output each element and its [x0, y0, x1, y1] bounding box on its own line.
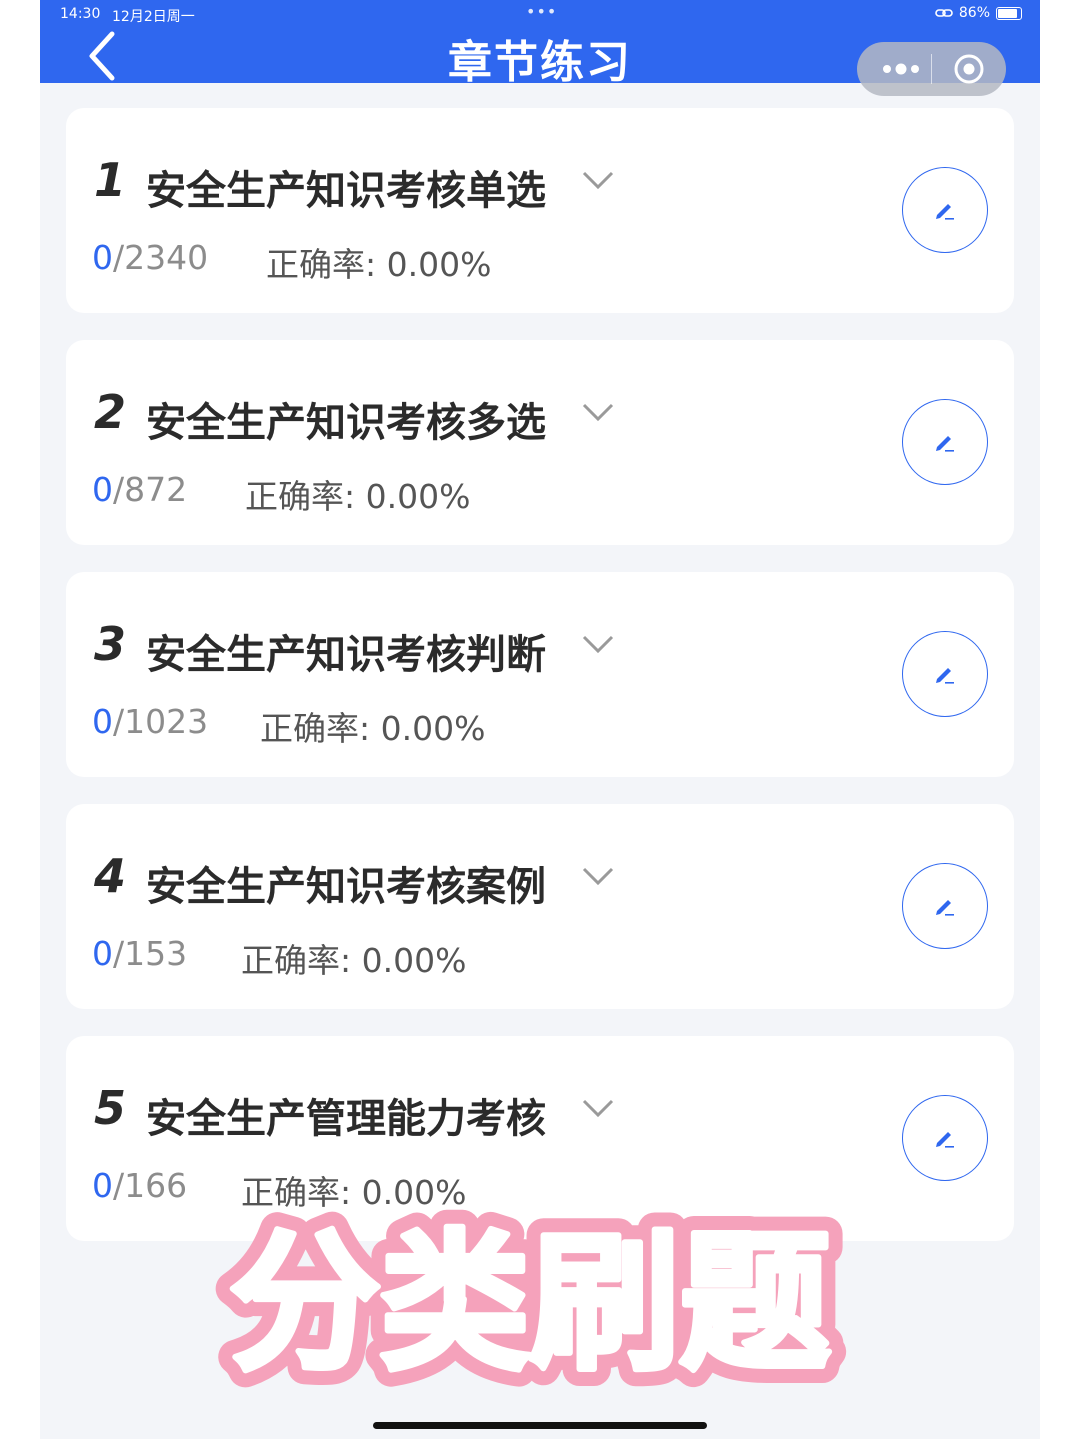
done-count: 0 — [92, 470, 113, 509]
close-miniprogram-button[interactable] — [953, 53, 985, 85]
chapter-progress: 0/2340 — [92, 238, 208, 277]
capsule-divider — [931, 54, 932, 84]
practice-button[interactable] — [902, 863, 988, 949]
multitask-dots-icon: ••• — [526, 2, 558, 21]
chapter-title: 安全生产知识考核单选 — [146, 168, 546, 214]
chapter-card[interactable]: 2 安全生产知识考核多选 0/872 正确率: 0.00% — [66, 340, 1014, 545]
chapter-title: 安全生产知识考核判断 — [146, 632, 546, 678]
overlay-text-fill: 分类刷题 — [230, 1217, 830, 1391]
chapter-title: 安全生产管理能力考核 — [146, 1096, 546, 1142]
miniprogram-capsule — [857, 42, 1006, 96]
practice-button[interactable] — [902, 1095, 988, 1181]
done-count: 0 — [92, 238, 113, 277]
pencil-icon — [936, 204, 954, 220]
status-date: 12月2日周一 — [112, 9, 195, 25]
chapter-progress: 0/872 — [92, 470, 187, 509]
chevron-down-icon[interactable] — [580, 400, 616, 424]
done-count: 0 — [92, 702, 113, 741]
battery-percent: 86% — [958, 5, 990, 21]
overlay-sticker-text: 分类刷题 分类刷题 — [213, 1200, 847, 1400]
total-count: /2340 — [113, 238, 209, 277]
practice-button[interactable] — [902, 631, 988, 717]
chapter-card[interactable]: 1 安全生产知识考核单选 0/2340 正确率: 0.00% — [66, 108, 1014, 313]
pencil-icon — [936, 1132, 954, 1148]
done-count: 0 — [92, 1166, 113, 1205]
chapter-progress: 0/166 — [92, 1166, 187, 1205]
accuracy-rate: 正确率: 0.00% — [266, 245, 492, 284]
accuracy-rate: 正确率: 0.00% — [260, 709, 486, 748]
chapter-number: 5 — [94, 1081, 127, 1135]
total-count: /166 — [113, 1166, 188, 1205]
chevron-down-icon[interactable] — [580, 632, 616, 656]
more-dots-icon — [883, 63, 919, 75]
accuracy-rate: 正确率: 0.00% — [245, 477, 471, 516]
chapter-progress: 0/153 — [92, 934, 187, 973]
screen: 14:30 12月2日周一 ••• 86% 章节练习 1 安全生产知识考核单选 … — [40, 0, 1040, 1439]
chapter-number: 3 — [94, 617, 127, 671]
total-count: /1023 — [113, 702, 209, 741]
accuracy-rate: 正确率: 0.00% — [241, 941, 467, 980]
chevron-down-icon[interactable] — [580, 864, 616, 888]
more-button[interactable] — [873, 42, 929, 96]
link-icon — [935, 9, 953, 17]
chapter-progress: 0/1023 — [92, 702, 208, 741]
chapter-number: 2 — [94, 385, 127, 439]
chevron-down-icon[interactable] — [580, 1096, 616, 1120]
practice-button[interactable] — [902, 399, 988, 485]
battery-icon — [996, 6, 1022, 20]
total-count: /153 — [113, 934, 188, 973]
chapter-number: 4 — [94, 849, 127, 903]
status-right: 86% — [935, 5, 1022, 21]
status-time: 14:30 — [60, 6, 101, 22]
practice-button[interactable] — [902, 167, 988, 253]
done-count: 0 — [92, 934, 113, 973]
chevron-down-icon[interactable] — [580, 168, 616, 192]
chapter-title: 安全生产知识考核案例 — [146, 864, 546, 910]
total-count: /872 — [113, 470, 188, 509]
chapter-title: 安全生产知识考核多选 — [146, 400, 546, 446]
pencil-icon — [936, 900, 954, 916]
chapter-card[interactable]: 3 安全生产知识考核判断 0/1023 正确率: 0.00% — [66, 572, 1014, 777]
chapter-number: 1 — [94, 153, 127, 207]
pencil-icon — [936, 668, 954, 684]
chapter-card[interactable]: 4 安全生产知识考核案例 0/153 正确率: 0.00% — [66, 804, 1014, 1009]
home-indicator[interactable] — [373, 1422, 707, 1429]
pencil-icon — [936, 436, 954, 452]
